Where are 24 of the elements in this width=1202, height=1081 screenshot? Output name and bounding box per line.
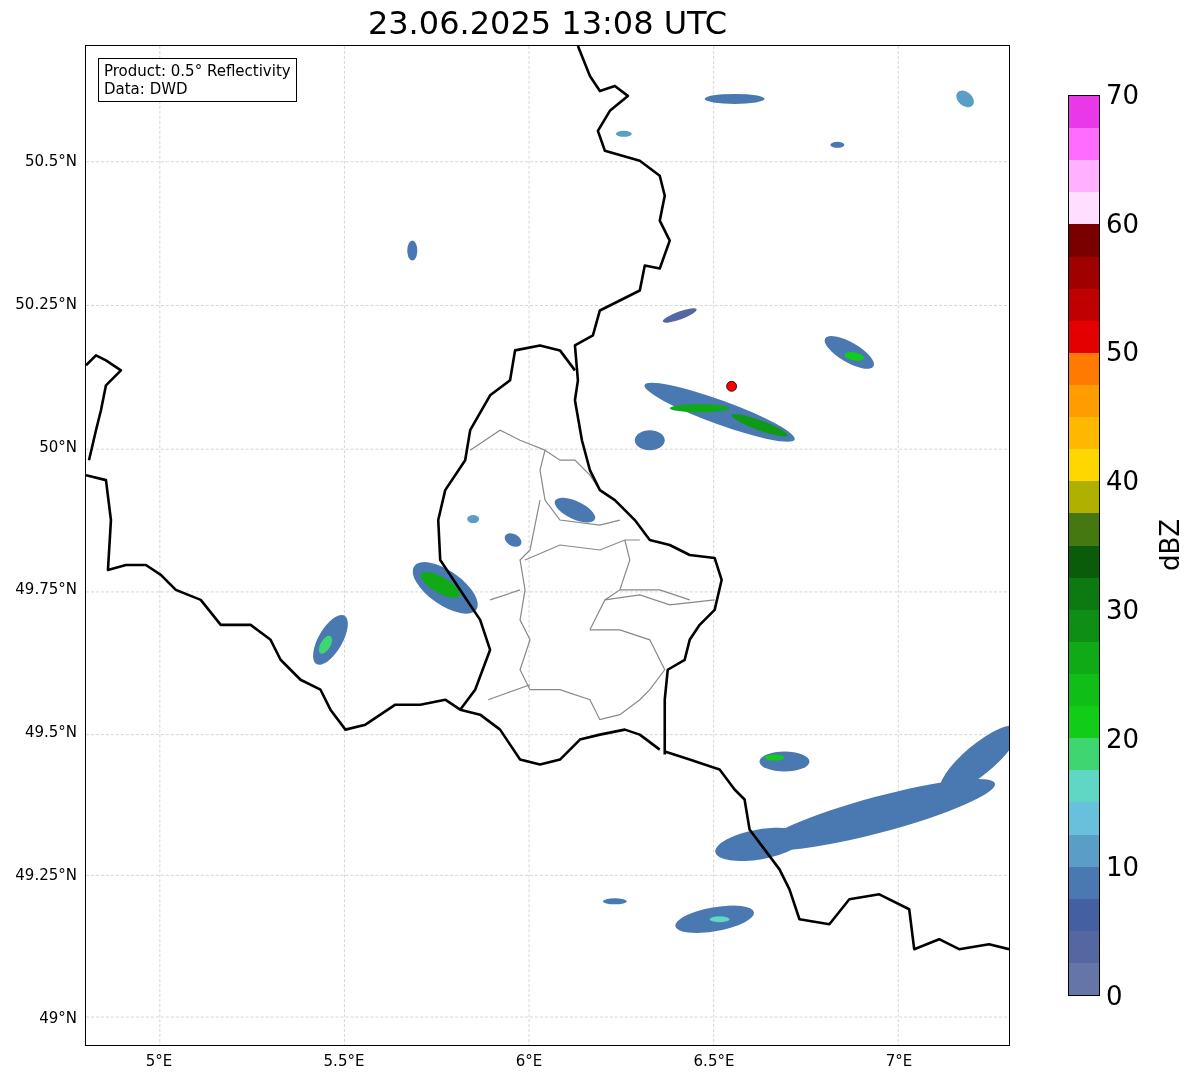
chart-title: 23.06.2025 13:08 UTC bbox=[366, 2, 729, 44]
axis-tick-label: 6°E bbox=[515, 1052, 543, 1070]
axis-tick-label: 50.25°N bbox=[15, 294, 77, 313]
axis-tick-label: 50°N bbox=[39, 437, 77, 456]
axis-tick-label: 5.5°E bbox=[323, 1052, 365, 1070]
axis-tick-label: 49.25°N bbox=[15, 866, 77, 884]
colorbar-tick-label: 50 bbox=[1106, 339, 1140, 366]
colorbar-tick-label: 60 bbox=[1106, 210, 1140, 237]
axis-tick-label: 5°E bbox=[145, 1052, 173, 1070]
colorbar-tick-label: 20 bbox=[1106, 725, 1140, 752]
colorbar-tick-label: 10 bbox=[1106, 854, 1140, 881]
axis-tick-label: 7°E bbox=[885, 1052, 913, 1070]
axis-tick-label: 50.5°N bbox=[24, 152, 77, 170]
colorbar-tick-label: 0 bbox=[1106, 983, 1123, 1009]
info-text: Data: DWD bbox=[104, 80, 189, 98]
axis-tick-label: 49.75°N bbox=[15, 580, 77, 599]
colorbar-label: dBZ bbox=[1155, 518, 1185, 572]
colorbar-tick-label: 40 bbox=[1106, 468, 1140, 495]
axis-tick-label: 6.5°E bbox=[693, 1052, 735, 1070]
colorbar-tick-label: 70 bbox=[1106, 82, 1140, 108]
axis-tick-label: 49°N bbox=[39, 1008, 77, 1027]
info-text: Product: 0.5° Reflectivity bbox=[104, 62, 291, 80]
axis-tick-label: 49.5°N bbox=[24, 723, 77, 742]
colorbar-tick-label: 30 bbox=[1106, 596, 1140, 623]
